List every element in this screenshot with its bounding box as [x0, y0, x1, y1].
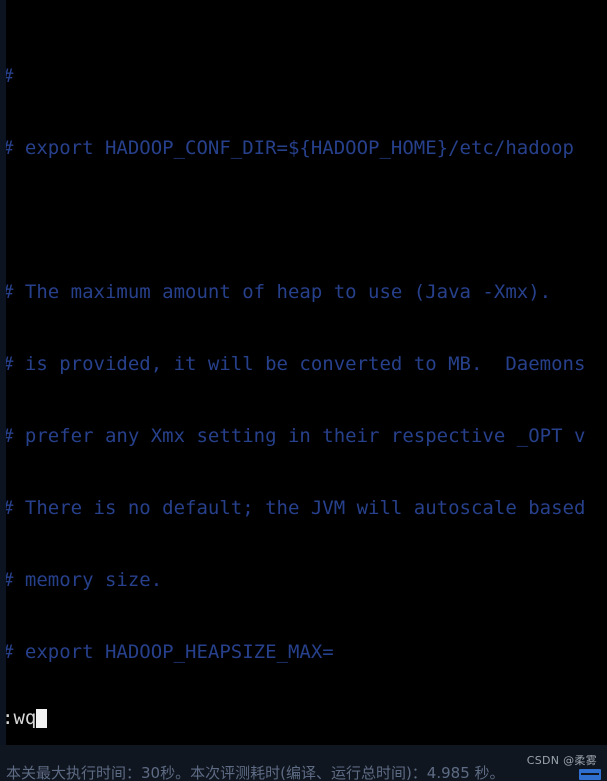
code-line: # export HADOOP_HEAPSIZE_MAX=	[2, 641, 334, 663]
text-buffer: # # export HADOOP_CONF_DIR=${HADOOP_HOME…	[0, 0, 607, 745]
block-cursor	[36, 709, 48, 728]
vim-command-line[interactable]: :wq	[0, 706, 607, 730]
code-line: # prefer any Xmx setting in their respec…	[2, 425, 586, 447]
evaluation-result-text: 本关最大执行时间：30秒。本次评测耗时(编译、运行总时间)：4.985 秒。	[6, 765, 505, 781]
command-text: wq	[13, 707, 37, 729]
code-line: # There is no default; the JVM will auto…	[2, 497, 586, 519]
vim-terminal-window: # # export HADOOP_CONF_DIR=${HADOOP_HOME…	[0, 0, 607, 781]
vim-editor-buffer[interactable]: # # export HADOOP_CONF_DIR=${HADOOP_HOME…	[0, 0, 607, 745]
terminal-left-gutter	[0, 0, 6, 745]
code-line: #	[2, 65, 14, 87]
code-line: # memory size.	[2, 569, 163, 591]
code-line: # export HADOOP_CONF_DIR=${HADOOP_HOME}/…	[2, 137, 574, 159]
code-line: # The maximum amount of heap to use (Jav…	[2, 281, 552, 303]
code-line: # is provided, it will be converted to M…	[2, 353, 586, 375]
footer-blue-badge-icon[interactable]	[579, 769, 601, 780]
